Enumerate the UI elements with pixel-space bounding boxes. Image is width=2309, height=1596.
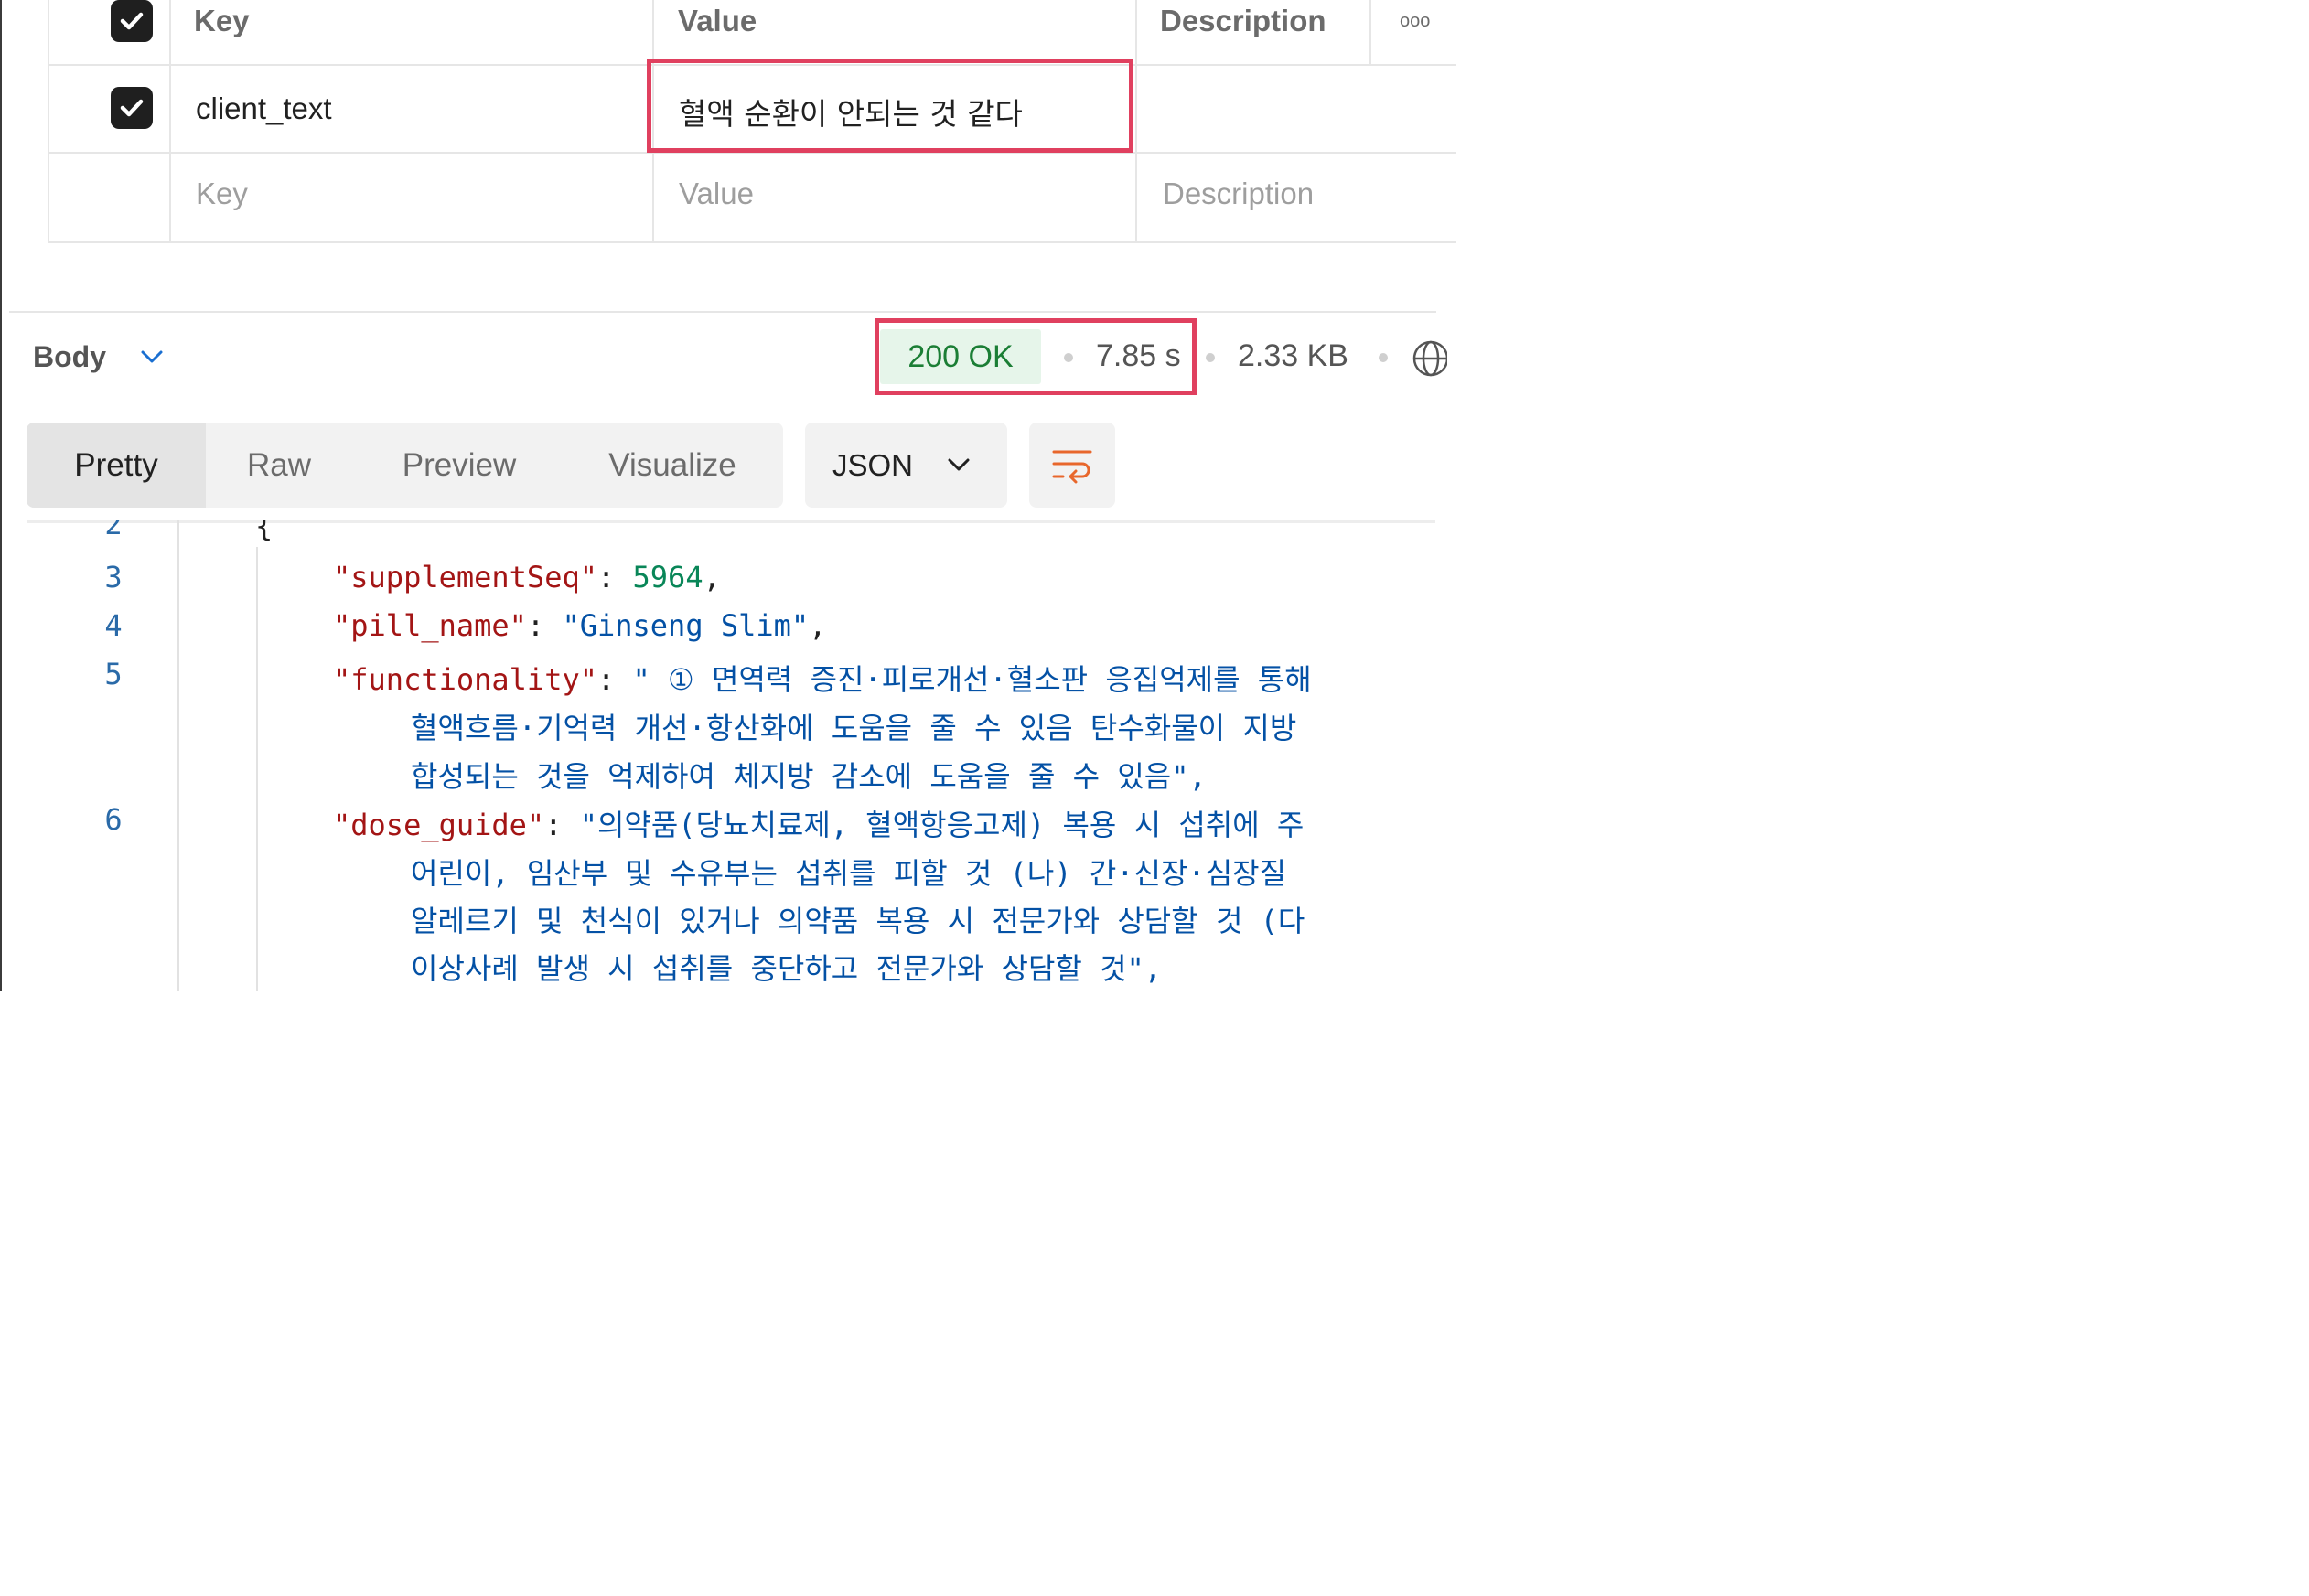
new-value-input[interactable]: Value xyxy=(679,177,754,211)
select-all-checkbox[interactable] xyxy=(111,0,153,42)
response-code-viewer[interactable]: 2 3 4 5 6 { "supplementSeq": 5964, "pill… xyxy=(27,520,1435,991)
json-number: 5964 xyxy=(632,560,703,594)
section-divider xyxy=(9,311,1436,313)
format-dropdown[interactable]: JSON xyxy=(805,423,1007,508)
json-string-continuation: 어린이, 임산부 및 수유부는 섭취를 피할 것 (나) 간·신장·심장질 xyxy=(411,856,1287,891)
table-row-divider xyxy=(48,241,1456,243)
value-highlight-box xyxy=(647,59,1133,153)
word-wrap-icon xyxy=(1052,450,1092,483)
checkbox-checked-icon xyxy=(120,99,144,117)
globe-icon[interactable] xyxy=(1411,338,1447,379)
json-string: "의약품(당뇨치료제, 혈액항응고제) 복용 시 섭취에 주 xyxy=(579,808,1305,842)
table-col-divider xyxy=(1135,0,1137,243)
line-number: 3 xyxy=(104,560,123,594)
status-highlight-box xyxy=(875,318,1197,395)
json-string-continuation: 합성되는 것을 억제하여 체지방 감소에 도움을 줄 수 있음", xyxy=(411,759,1207,794)
json-string-continuation: 혈액흐름·기억력 개선·항산화에 도움을 줄 수 있음 탄수화물이 지방 xyxy=(411,711,1297,745)
tab-pretty[interactable]: Pretty xyxy=(27,423,206,508)
line-number: 4 xyxy=(104,608,123,643)
description-column-header: Description xyxy=(1160,4,1326,37)
json-string: " ① 면역력 증진·피로개선·혈소판 응집억제를 통해 xyxy=(632,662,1312,697)
code-line: "pill_name": "Ginseng Slim", xyxy=(333,608,827,643)
value-column-header: Value xyxy=(678,4,757,37)
window-left-edge xyxy=(0,0,2,991)
param-key-input[interactable]: client_text xyxy=(196,91,332,126)
tab-visualize[interactable]: Visualize xyxy=(590,423,755,508)
tab-preview[interactable]: Preview xyxy=(381,423,537,508)
row-checkbox[interactable] xyxy=(111,87,153,129)
json-key: "dose_guide" xyxy=(333,808,545,842)
code-line: "dose_guide": "의약품(당뇨치료제, 혈액항응고제) 복용 시 섭… xyxy=(333,808,1305,842)
response-size[interactable]: 2.33 KB xyxy=(1238,338,1348,374)
gutter-divider xyxy=(177,520,179,991)
json-string: "Ginseng Slim" xyxy=(562,608,810,643)
code-line: "functionality": " ① 면역력 증진·피로개선·혈소판 응집억… xyxy=(333,662,1312,697)
word-wrap-button[interactable] xyxy=(1029,423,1115,508)
code-line: "supplementSeq": 5964, xyxy=(333,560,721,594)
response-view-tabs: Pretty Raw Preview Visualize xyxy=(27,423,783,508)
separator-dot xyxy=(1379,353,1388,362)
table-col-divider xyxy=(169,0,171,243)
chevron-down-icon xyxy=(948,458,970,471)
table-col-divider xyxy=(48,0,49,243)
json-key: "pill_name" xyxy=(333,608,527,643)
json-string-continuation: 알레르기 및 천식이 있거나 의약품 복용 시 전문가와 상담할 것 (다 xyxy=(411,904,1305,938)
format-selected: JSON xyxy=(832,448,914,482)
json-string-continuation: 이상사례 발생 시 섭취를 중단하고 전문가와 상담할 것", xyxy=(411,951,1163,986)
line-number: 5 xyxy=(104,657,123,691)
more-options-icon[interactable]: ooo xyxy=(1400,11,1430,32)
separator-dot xyxy=(1206,353,1215,362)
json-key: "supplementSeq" xyxy=(333,560,597,594)
line-number: 6 xyxy=(104,802,123,837)
scroll-shadow xyxy=(27,520,1435,523)
table-col-divider xyxy=(1369,0,1371,64)
tab-raw[interactable]: Raw xyxy=(206,423,352,508)
chevron-down-icon[interactable] xyxy=(139,346,165,368)
key-column-header: Key xyxy=(194,4,250,37)
indent-guide xyxy=(256,547,258,991)
response-body-label[interactable]: Body xyxy=(33,340,106,374)
checkbox-checked-icon xyxy=(120,12,144,30)
line-number: 2 xyxy=(104,520,123,541)
json-key: "functionality" xyxy=(333,662,597,697)
new-description-input[interactable]: Description xyxy=(1163,177,1314,211)
new-key-input[interactable]: Key xyxy=(196,177,248,211)
json-open-brace: { xyxy=(255,520,274,543)
